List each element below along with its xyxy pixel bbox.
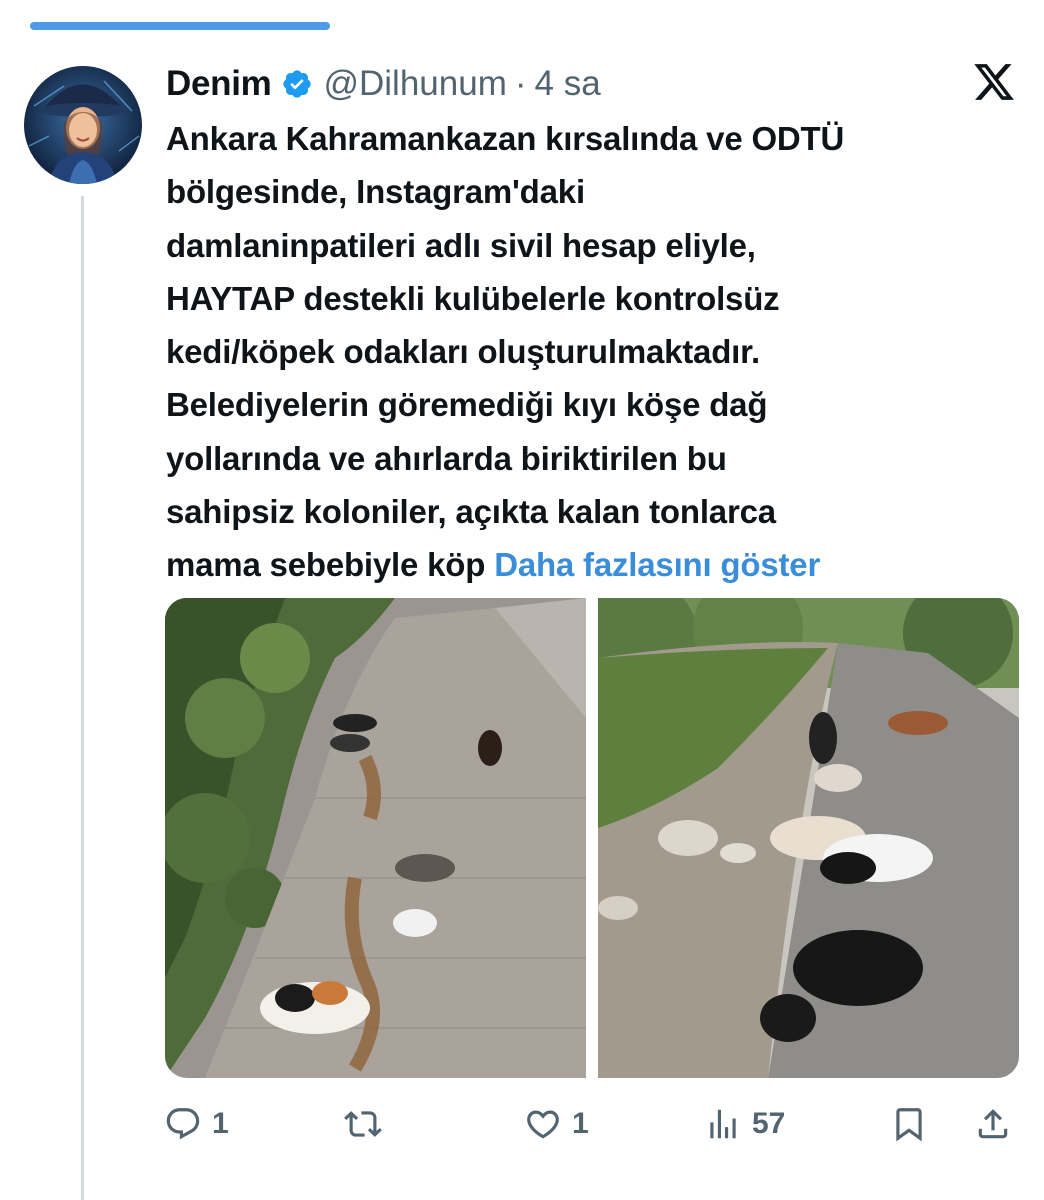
views-count: 57 [752,1107,786,1140]
tweet-text-line: HAYTAP destekli kulübelerle kontrolsüz [166,279,780,317]
display-name[interactable]: Denim [166,64,272,104]
tweet-text: Ankara Kahramankazan kırsalında ve ODTÜ … [166,112,1026,592]
media-grid [165,598,1019,1078]
share-icon [978,1109,1008,1139]
bookmark-button[interactable] [890,1096,928,1152]
separator-dot: · [514,64,527,103]
tweet-text-line: mama sebebiyle köp [166,546,495,584]
like-button[interactable]: 1 [524,1096,589,1152]
avatar[interactable] [24,66,142,184]
x-logo-icon[interactable] [972,60,1016,104]
heart-icon [527,1110,559,1139]
reply-count: 1 [212,1107,229,1140]
bookmark-icon [896,1108,922,1142]
tweet-text-line: damlaninpatileri adlı sivil hesap eliyle… [166,226,756,264]
tweet-text-line: sahipsiz koloniler, açıkta kalan tonlarc… [166,493,776,531]
verified-badge-icon [281,68,313,100]
tweet-header: Denim @Dilhunum · 4 sa [166,60,601,108]
show-more-link[interactable]: Daha fazlasını göster [494,546,820,583]
tweet-text-line: Ankara Kahramankazan kırsalında ve ODTÜ [166,120,845,157]
tweet-text-line: kedi/köpek odakları oluşturulmaktadır. [166,333,760,371]
tweet-text-line-last: mama sebebiyle köp Daha fazlasını göster [166,538,1026,591]
tweet-text-line: yollarında ve ahırlarda biriktirilen bu [166,439,727,477]
avatar-image [24,66,142,184]
reply-button[interactable]: 1 [164,1096,229,1152]
tweet-actions: 1 1 57 [164,1096,1024,1152]
handle[interactable]: @Dilhunum [323,64,506,104]
share-button[interactable] [974,1096,1012,1152]
retweet-button[interactable] [344,1096,392,1152]
photo-dogs-image [598,598,1019,1078]
photo-cats-on-sidewalk[interactable] [165,598,586,1078]
views-button[interactable]: 57 [704,1096,785,1152]
photo-cats-image [165,598,586,1078]
tweet-text-line: Belediyelerin göremediği kıyı köşe dağ [166,386,768,424]
photo-dogs-on-road[interactable] [598,598,1019,1078]
reply-icon [166,1108,200,1140]
progress-bar [30,22,330,30]
thread-line [81,196,84,1200]
retweet-icon [344,1111,382,1137]
views-chart-icon [710,1109,736,1139]
tweet-text-line: bölgesinde, Instagram'daki [166,173,585,211]
like-count: 1 [572,1107,589,1140]
timestamp[interactable]: 4 sa [535,64,601,104]
